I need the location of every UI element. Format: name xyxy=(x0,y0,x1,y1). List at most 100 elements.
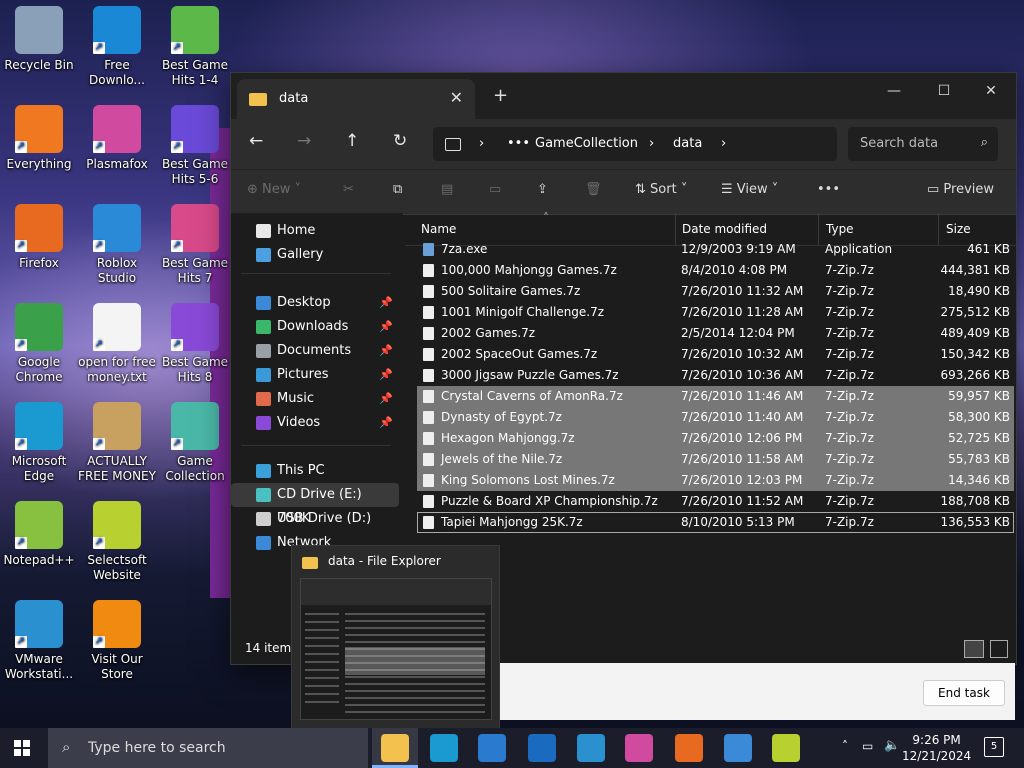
desktop-icon[interactable]: ↗ Google Chrome xyxy=(0,303,78,385)
breadcrumb[interactable]: › ••• GameCollection › data › xyxy=(433,127,837,161)
breadcrumb-chevron[interactable]: › xyxy=(721,136,726,151)
view-button[interactable]: ☰ View ˅ xyxy=(721,182,778,197)
firefox-icon[interactable] xyxy=(675,734,703,762)
taskbar-search-input[interactable]: ⌕ Type here to search xyxy=(48,728,368,768)
copy-icon[interactable]: ⧉ xyxy=(393,182,402,197)
sidebar-item[interactable]: Gallery xyxy=(231,243,399,267)
desktop-icon[interactable]: ↗ open for free money.txt xyxy=(78,303,156,385)
file-row[interactable]: 7za.exe 12/9/2003 9:19 AM Application 461 K… xyxy=(417,239,1014,260)
desktop-icon[interactable]: ↗ Best Game Hits 8 xyxy=(156,303,234,385)
desktop-icon[interactable]: ↗ Roblox Studio xyxy=(78,204,156,286)
sidebar-item[interactable]: Music 📌 xyxy=(231,387,399,411)
sidebar-item[interactable]: USB Drive (D:) xyxy=(231,507,399,531)
file-row[interactable]: Jewels of the Nile.7z 7/26/2010 11:58 AM 7… xyxy=(417,449,1014,470)
sidebar-item[interactable]: Downloads 📌 xyxy=(231,315,399,339)
sidebar-item[interactable]: CD Drive (E:) 700K xyxy=(231,483,399,526)
desktop-icon[interactable]: ↗ Best Game Hits 1-4 xyxy=(156,6,234,88)
desktop-icon[interactable]: ↗ Notepad++ xyxy=(0,501,78,568)
file-row[interactable]: Crystal Caverns of AmonRa.7z 7/26/2010 11… xyxy=(417,386,1014,407)
cut-icon[interactable]: ✂ xyxy=(343,182,354,197)
breadcrumb-chevron[interactable]: › xyxy=(649,136,654,151)
edge-icon[interactable] xyxy=(430,734,458,762)
sidebar-item[interactable]: Documents 📌 xyxy=(231,339,399,363)
column-date-modified[interactable]: Date modified xyxy=(682,222,767,236)
file-date: 7/26/2010 11:40 AM xyxy=(681,410,804,424)
file-row[interactable]: 100,000 Mahjongg Games.7z 8/4/2010 4:08 P… xyxy=(417,260,1014,281)
desktop-icon[interactable]: ↗ Firefox xyxy=(0,204,78,271)
sort-button[interactable]: ⇅ Sort ˅ xyxy=(635,182,687,197)
desktop-icon[interactable]: ↗ ACTUALLY FREE MONEY xyxy=(78,402,156,484)
breadcrumb-chevron[interactable]: › xyxy=(479,136,484,151)
paste-icon[interactable]: ▤ xyxy=(441,182,453,197)
file-row[interactable]: 1001 Minigolf Challenge.7z 7/26/2010 11:2… xyxy=(417,302,1014,323)
file-row[interactable]: 3000 Jigsaw Puzzle Games.7z 7/26/2010 10:… xyxy=(417,365,1014,386)
more-options-button[interactable]: ••• xyxy=(817,182,840,197)
desktop-icon[interactable]: ↗ Best Game Hits 5-6 xyxy=(156,105,234,187)
breadcrumb-overflow[interactable]: ••• xyxy=(507,136,530,151)
plasmafox-icon[interactable] xyxy=(625,734,653,762)
column-size[interactable]: Size xyxy=(946,222,971,236)
taskbar-thumbnail-preview[interactable]: data - File Explorer xyxy=(291,545,500,729)
app-icon[interactable] xyxy=(724,734,752,762)
sidebar-item[interactable]: Pictures 📌 xyxy=(231,363,399,387)
details-view-icon[interactable] xyxy=(964,640,984,658)
desktop-icon[interactable]: ↗ Best Game Hits 7 xyxy=(156,204,234,286)
volume-muted-icon[interactable]: 🔈 xyxy=(884,738,900,753)
network-icon[interactable]: ▭ xyxy=(862,739,873,753)
sidebar-item[interactable]: Videos 📌 xyxy=(231,411,399,435)
vmware-icon[interactable] xyxy=(577,734,605,762)
refresh-button[interactable]: ↻ xyxy=(393,131,407,151)
delete-icon[interactable]: 🗑 xyxy=(585,182,602,197)
file-row[interactable]: 500 Solitaire Games.7z 7/26/2010 11:32 AM… xyxy=(417,281,1014,302)
desktop-icon[interactable]: ↗ VMware Workstati... xyxy=(0,600,78,682)
desktop-icon[interactable]: ↗ Game Collection xyxy=(156,402,234,484)
maximize-button[interactable]: ☐ xyxy=(921,77,967,105)
desktop-icon[interactable]: ↗ Microsoft Edge xyxy=(0,402,78,484)
forward-button[interactable]: → xyxy=(297,131,311,151)
selectsoft-icon[interactable] xyxy=(772,734,800,762)
notification-center-icon[interactable]: 5 xyxy=(984,737,1004,757)
column-type[interactable]: Type xyxy=(826,222,854,236)
rename-icon[interactable]: ▭ xyxy=(489,182,501,197)
store-icon[interactable] xyxy=(478,734,506,762)
file-row[interactable]: 2002 SpaceOut Games.7z 7/26/2010 10:32 AM… xyxy=(417,344,1014,365)
tab-data[interactable]: data ✕ xyxy=(237,79,475,119)
tiles-view-icon[interactable] xyxy=(990,640,1008,658)
desktop-icon[interactable]: ↗ Selectsoft Website xyxy=(78,501,156,583)
file-row[interactable]: King Solomons Lost Mines.7z 7/26/2010 12:… xyxy=(417,470,1014,491)
desktop-icon[interactable]: ↗ Visit Our Store xyxy=(78,600,156,682)
close-tab-icon[interactable]: ✕ xyxy=(450,88,463,107)
file-row[interactable]: 2002 Games.7z 2/5/2014 12:04 PM 7-Zip.7z 48… xyxy=(417,323,1014,344)
file-size: 52,725 KB xyxy=(948,431,1010,445)
search-input[interactable]: Search data ⌕ xyxy=(848,127,998,161)
start-button[interactable] xyxy=(14,740,30,756)
end-task-button[interactable]: End task xyxy=(923,680,1005,706)
breadcrumb-item[interactable]: data xyxy=(673,136,702,151)
new-tab-button[interactable]: + xyxy=(493,85,508,106)
outlook-icon[interactable] xyxy=(528,734,556,762)
file-row[interactable]: Puzzle & Board XP Championship.7z 7/26/20… xyxy=(417,491,1014,512)
sidebar-item[interactable]: This PC xyxy=(231,459,399,483)
chevron-up-icon[interactable]: ˄ xyxy=(842,739,848,753)
minimize-button[interactable]: — xyxy=(871,77,917,105)
share-icon[interactable]: ⇪ xyxy=(537,182,548,197)
column-name[interactable]: Name xyxy=(421,222,456,236)
close-window-button[interactable]: ✕ xyxy=(968,77,1014,105)
breadcrumb-item[interactable]: GameCollection xyxy=(535,136,638,151)
sidebar-item[interactable]: Home xyxy=(231,219,399,243)
file-explorer-icon[interactable] xyxy=(381,734,409,762)
desktop-icon[interactable]: ↗ Everything xyxy=(0,105,78,172)
desktop-icon[interactable]: ↗ Free Downlo... xyxy=(78,6,156,88)
clock[interactable]: 9:26 PM 12/21/2024 xyxy=(902,732,971,764)
new-button[interactable]: ⊕ New ˅ xyxy=(247,182,301,197)
file-row[interactable]: Tapiei Mahjongg 25K.7z 8/10/2010 5:13 PM 7… xyxy=(417,512,1014,533)
sidebar-item[interactable]: Desktop 📌 xyxy=(231,291,399,315)
file-row[interactable]: Hexagon Mahjongg.7z 7/26/2010 12:06 PM 7-Z… xyxy=(417,428,1014,449)
desktop-icon[interactable]: Recycle Bin xyxy=(0,6,78,73)
preview-button[interactable]: ▭ Preview xyxy=(927,182,994,197)
up-button[interactable]: ↑ xyxy=(345,131,359,151)
file-date: 7/26/2010 12:03 PM xyxy=(681,473,803,487)
file-row[interactable]: Dynasty of Egypt.7z 7/26/2010 11:40 AM 7-Z… xyxy=(417,407,1014,428)
back-button[interactable]: ← xyxy=(249,131,263,151)
desktop-icon[interactable]: ↗ Plasmafox xyxy=(78,105,156,172)
